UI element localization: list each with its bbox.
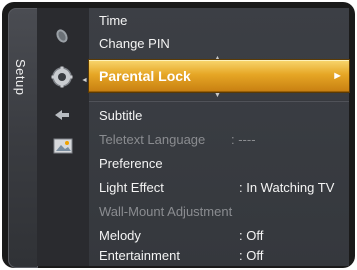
menu-item-label: Time bbox=[99, 13, 128, 28]
menu-item-time[interactable]: Time bbox=[89, 9, 349, 33]
menu-item-label: Light Effect bbox=[99, 180, 164, 195]
menu-item-preference[interactable]: Preference bbox=[89, 152, 349, 176]
selection-pointer-icon: ◄ bbox=[81, 77, 88, 84]
arrow-icon[interactable] bbox=[53, 108, 71, 122]
menu-item-label: Preference bbox=[99, 156, 163, 171]
section-divider bbox=[89, 100, 349, 102]
menu-item-change-pin[interactable]: Change PIN bbox=[89, 32, 349, 56]
menu-item-label: Change PIN bbox=[99, 36, 170, 51]
setup-menu-window: Setup ◄ Time Change PIN ▲ Parental Lock … bbox=[2, 2, 355, 268]
menu-item-value: : Off bbox=[239, 248, 264, 263]
menu-item-value: : In Watching TV bbox=[239, 180, 335, 195]
scroll-down-icon: ▼ bbox=[214, 92, 221, 99]
menu-item-entertainment[interactable]: Entertainment : Off bbox=[89, 244, 349, 268]
menu-item-subtitle[interactable]: Subtitle bbox=[89, 104, 349, 128]
menu-item-light-effect[interactable]: Light Effect : In Watching TV bbox=[89, 176, 349, 200]
menu-list: Time Change PIN ▲ Parental Lock ► ▼ Subt… bbox=[89, 8, 349, 266]
submenu-arrow-icon: ► bbox=[332, 70, 343, 82]
menu-item-label: Parental Lock bbox=[99, 68, 191, 84]
menu-item-label: Teletext Language bbox=[99, 132, 206, 147]
setup-tab-label: Setup bbox=[13, 59, 28, 96]
menu-item-value: : ---- bbox=[231, 132, 256, 147]
menu-item-parental-lock[interactable]: Parental Lock ► bbox=[89, 60, 349, 92]
menu-item-label: Subtitle bbox=[99, 108, 143, 123]
menu-item-label: Entertainment bbox=[99, 248, 180, 263]
category-icon-column: ◄ bbox=[37, 8, 89, 266]
menu-item-label: Wall-Mount Adjustment bbox=[99, 204, 233, 219]
setup-tab[interactable]: Setup bbox=[8, 8, 38, 268]
gear-icon[interactable] bbox=[51, 66, 73, 88]
satellite-icon[interactable] bbox=[53, 26, 71, 44]
image-icon[interactable] bbox=[53, 138, 73, 154]
menu-item-wall-mount-adjustment: Wall-Mount Adjustment bbox=[89, 200, 349, 224]
menu-item-teletext-language: Teletext Language : ---- bbox=[89, 128, 349, 152]
